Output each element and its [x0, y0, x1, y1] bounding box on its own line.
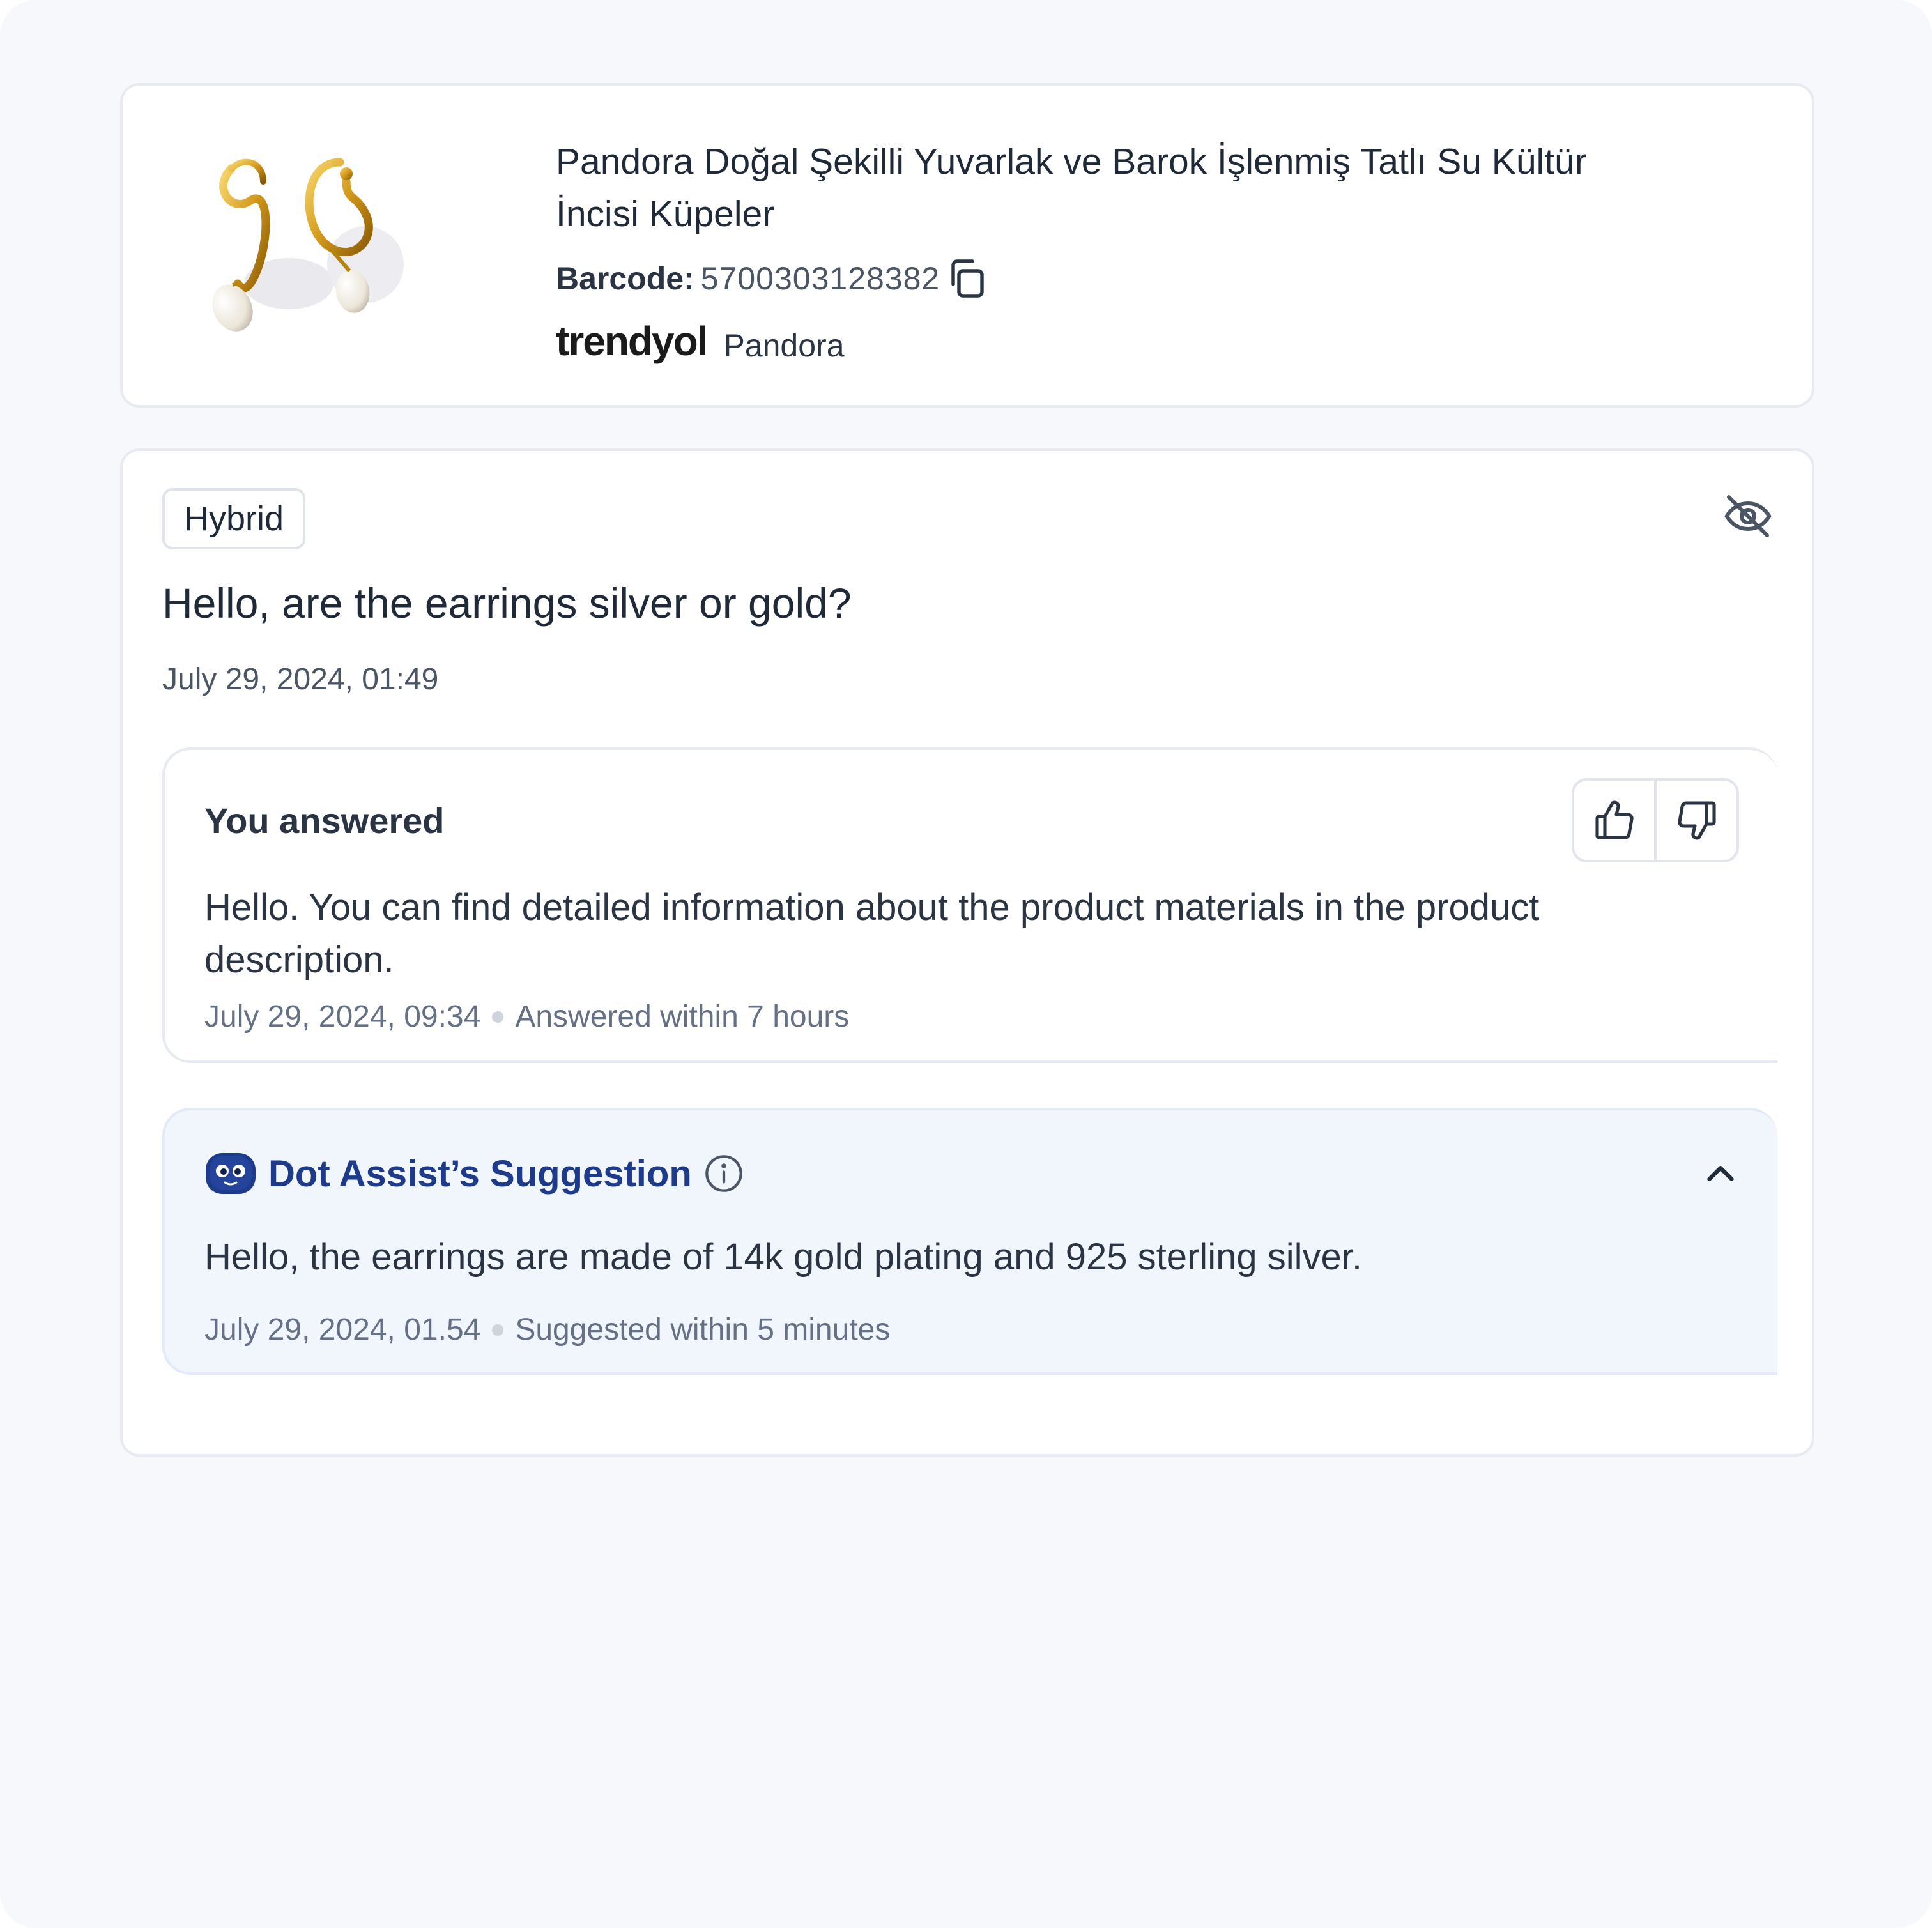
- question-date: July 29, 2024, 01:49: [162, 662, 439, 696]
- product-card: Pandora Doğal Şekilli Yuvarlak ve Barok …: [120, 83, 1814, 408]
- answer-box: You answered Hello. You can find detaile…: [162, 747, 1777, 1063]
- page-background: Pandora Doğal Şekilli Yuvarlak ve Barok …: [0, 0, 1932, 1928]
- info-icon[interactable]: [703, 1153, 744, 1194]
- thumbs-down-button[interactable]: [1654, 781, 1736, 860]
- answer-date: July 29, 2024, 09:34: [204, 1000, 481, 1034]
- thumbs-down-icon: [1677, 801, 1716, 840]
- suggestion-date: July 29, 2024, 01.54: [204, 1313, 481, 1347]
- feedback-buttons: [1572, 778, 1739, 862]
- barcode-value: 5700303128382: [700, 261, 940, 296]
- dot-assist-avatar-icon: [206, 1153, 256, 1194]
- suggestion-duration: Suggested within 5 minutes: [515, 1313, 891, 1347]
- suggestion-box: Dot Assist’s Suggestion Hello, the earri…: [162, 1108, 1777, 1375]
- question-text: Hello, are the earrings silver or gold?: [162, 579, 852, 627]
- eye-off-icon[interactable]: [1722, 491, 1774, 542]
- brand-name: Pandora: [723, 328, 845, 363]
- thumbs-up-icon: [1595, 800, 1634, 839]
- answer-duration: Answered within 7 hours: [515, 1000, 850, 1034]
- suggestion-meta: July 29, 2024, 01.54 Suggested within 5 …: [204, 1312, 890, 1347]
- barcode-label: Barcode:: [556, 261, 694, 296]
- brand-row: trendyol Pandora: [556, 312, 845, 370]
- earrings-product-image: [212, 158, 404, 332]
- suggestion-header[interactable]: Dot Assist’s Suggestion: [204, 1145, 744, 1202]
- store-logo: trendyol: [556, 318, 708, 364]
- answer-text: Hello. You can find detailed information…: [204, 887, 1540, 981]
- hybrid-tag: Hybrid: [162, 488, 306, 549]
- answer-heading: You answered: [204, 800, 445, 841]
- question-card: Hybrid Hello, are the earrings silver or…: [120, 448, 1814, 1457]
- separator-dot: [492, 1011, 504, 1023]
- copy-icon[interactable]: [944, 256, 990, 302]
- suggestion-text: Hello, the earrings are made of 14k gold…: [204, 1236, 1362, 1278]
- chevron-up-icon[interactable]: [1698, 1151, 1743, 1196]
- answer-meta: July 29, 2024, 09:34 Answered within 7 h…: [204, 999, 849, 1034]
- barcode-row: Barcode: 5700303128382: [556, 253, 990, 304]
- thumbs-up-button[interactable]: [1574, 781, 1654, 860]
- separator-dot: [492, 1324, 504, 1336]
- suggestion-title: Dot Assist’s Suggestion: [268, 1152, 692, 1195]
- product-title: Pandora Doğal Şekilli Yuvarlak ve Barok …: [556, 141, 1587, 234]
